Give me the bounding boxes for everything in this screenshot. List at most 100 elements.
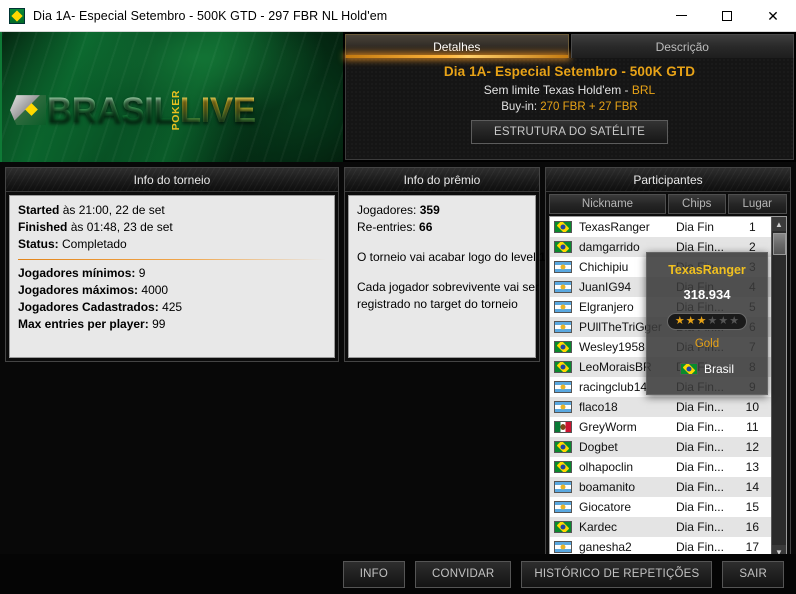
app-window: BRASIL POKER LIVE Detalhes Descrição Dia… xyxy=(0,32,796,594)
logo-brand-text: BRASIL xyxy=(47,90,175,130)
tournament-info-panel: Info do torneio Started às 21:00, 22 de … xyxy=(5,167,339,362)
logo-middle-text: POKER xyxy=(170,90,183,131)
country-flag-icon xyxy=(554,381,572,393)
scroll-up-icon[interactable]: ▲ xyxy=(771,217,786,231)
player-tooltip: TexasRanger 318.934 ★ ★ ★ ★ ★ ★ Gold Brasil xyxy=(646,252,768,395)
registered-line: Jogadores Cadastrados: 425 xyxy=(18,299,326,316)
max-players-line: Jogadores máximos: 4000 xyxy=(18,282,326,299)
participant-chips: Dia Fin... xyxy=(675,540,724,554)
participant-place: 12 xyxy=(745,440,760,454)
buyin-value: 270 FBR + 27 FBR xyxy=(540,101,638,113)
tournament-info-header: Info do torneio xyxy=(6,168,338,192)
participant-nickname: boamanito xyxy=(579,480,636,494)
tooltip-country: Brasil xyxy=(679,362,734,376)
country-flag-icon xyxy=(554,241,572,253)
registered-label: Jogadores Cadastrados: xyxy=(18,300,159,314)
participant-row[interactable]: boamanito Dia Fin... 14 xyxy=(550,477,771,497)
prize-players-value: 359 xyxy=(419,203,440,217)
window-controls: ✕ xyxy=(658,0,796,32)
info-button[interactable]: INFO xyxy=(342,560,406,588)
tooltip-nickname: TexasRanger xyxy=(668,263,746,277)
logo-suffix-text: LIVE xyxy=(179,90,256,130)
participant-row[interactable]: TexasRanger Dia Fin 1 xyxy=(550,217,771,237)
participants-column-headers: Nickname Chips Lugar xyxy=(546,192,790,214)
exit-button[interactable]: SAIR xyxy=(722,560,784,588)
star-icon: ★ xyxy=(729,315,740,327)
country-flag-icon xyxy=(554,541,572,553)
max-entries-label: Max entries per player: xyxy=(18,317,149,331)
participant-nickname: flaco18 xyxy=(579,400,618,414)
started-value: às 21:00, 22 de set xyxy=(62,203,165,217)
participant-place: 10 xyxy=(745,400,760,414)
participant-chips: Dia Fin... xyxy=(675,400,724,414)
reentries-label: Re-entries: xyxy=(357,220,416,234)
registered-value: 425 xyxy=(162,300,183,314)
participant-row[interactable]: Dogbet Dia Fin... 12 xyxy=(550,437,771,457)
info-divider xyxy=(18,259,326,260)
survivor-note-line1: Cada jogador sobrevivente vai ser xyxy=(357,280,540,294)
reentries-line: Re-entries: 66 xyxy=(357,219,527,236)
max-entries-value: 99 xyxy=(152,317,166,331)
window-titlebar: Dia 1A- Especial Setembro - 500K GTD - 2… xyxy=(0,0,796,32)
minimize-button[interactable] xyxy=(658,0,704,32)
tooltip-country-label: Brasil xyxy=(703,362,734,376)
maximize-icon xyxy=(722,10,732,21)
participants-col-nickname[interactable]: Nickname xyxy=(549,194,666,214)
participants-col-chips[interactable]: Chips xyxy=(667,194,726,214)
country-flag-icon xyxy=(554,221,572,233)
participant-row[interactable]: Kardec Dia Fin... 16 xyxy=(550,517,771,537)
star-icon: ★ xyxy=(685,315,696,327)
participant-place: 17 xyxy=(745,540,760,554)
tab-detalhes[interactable]: Detalhes xyxy=(345,34,569,58)
card-flag-icon xyxy=(10,95,46,126)
country-flag-icon xyxy=(554,401,572,413)
participant-row[interactable]: flaco18 Dia Fin... 10 xyxy=(550,397,771,417)
banner-row: BRASIL POKER LIVE Detalhes Descrição Dia… xyxy=(0,32,796,162)
country-flag-icon xyxy=(554,421,572,433)
prize-info-header: Info do prêmio xyxy=(345,168,539,192)
prize-info-column: Info do prêmio Jogadores: 359 Re-entries… xyxy=(344,167,552,564)
participant-nickname: TexasRanger xyxy=(579,220,650,234)
participant-chips: Dia Fin... xyxy=(675,420,724,434)
details-pane: Detalhes Descrição Dia 1A- Especial Sete… xyxy=(343,32,796,162)
country-flag-icon xyxy=(554,321,572,333)
participant-place: 1 xyxy=(749,220,756,234)
participant-nickname: Dogbet xyxy=(579,440,618,454)
invite-button[interactable]: CONVIDAR xyxy=(415,560,512,588)
participants-scrollbar[interactable]: ▲ ▼ xyxy=(771,217,786,559)
participant-place: 14 xyxy=(745,480,760,494)
finished-value: às 01:48, 23 de set xyxy=(70,220,173,234)
tournament-title: Dia 1A- Especial Setembro - 500K GTD xyxy=(443,64,696,79)
status-value: Completado xyxy=(62,237,127,251)
game-type-text: Sem limite Texas Hold'em - xyxy=(483,83,632,97)
min-players-line: Jogadores mínimos: 9 xyxy=(18,265,326,282)
participants-scroll-track[interactable] xyxy=(772,231,787,545)
end-level-text: O torneio vai acabar logo do level xyxy=(357,250,540,264)
participants-scroll-thumb[interactable] xyxy=(772,233,786,255)
finished-label: Finished xyxy=(18,220,68,234)
tab-bar: Detalhes Descrição xyxy=(343,32,796,58)
participant-row[interactable]: Giocatore Dia Fin... 15 xyxy=(550,497,771,517)
close-button[interactable]: ✕ xyxy=(750,0,796,32)
maximize-button[interactable] xyxy=(704,0,750,32)
structure-button[interactable]: ESTRUTURA DO SATÉLITE xyxy=(471,120,668,144)
participants-col-lugar[interactable]: Lugar xyxy=(727,194,787,214)
participant-row[interactable]: GreyWorm Dia Fin... 11 xyxy=(550,417,771,437)
participant-place: 13 xyxy=(745,460,760,474)
star-icon: ★ xyxy=(707,315,718,327)
started-label: Started xyxy=(18,203,60,217)
reentries-value: 66 xyxy=(419,220,433,234)
prize-spacer-2 xyxy=(357,266,527,279)
tooltip-tier: Gold xyxy=(694,338,720,350)
tab-descricao[interactable]: Descrição xyxy=(570,34,794,58)
participant-place: 15 xyxy=(745,500,760,514)
participant-row[interactable]: olhapoclin Dia Fin... 13 xyxy=(550,457,771,477)
finished-line: Finished às 01:48, 23 de set xyxy=(18,219,326,236)
participant-chips: Dia Fin... xyxy=(675,440,724,454)
participant-place: 16 xyxy=(745,520,760,534)
replay-history-button[interactable]: HISTÓRICO DE REPETIÇÕES xyxy=(521,560,713,588)
country-flag-icon xyxy=(554,521,572,533)
tab-descricao-label: Descrição xyxy=(655,39,709,54)
app-icon xyxy=(9,7,25,24)
participant-chips: Dia Fin xyxy=(675,220,714,234)
